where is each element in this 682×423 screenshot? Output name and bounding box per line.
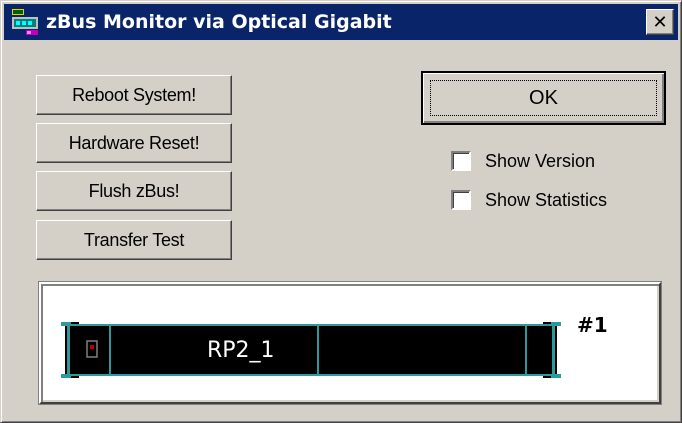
zbus-monitor-window: zBus Monitor via Optical Gigabit ✕ Reboo… [0,0,682,423]
device-number-label: #1 [577,313,608,337]
ok-button[interactable]: OK [421,71,666,125]
flush-zbus-button[interactable]: Flush zBus! [36,171,232,211]
show-version-label: Show Version [485,150,596,171]
window-title: zBus Monitor via Optical Gigabit [46,11,392,33]
title-bar[interactable]: zBus Monitor via Optical Gigabit ✕ [4,4,678,40]
close-icon: ✕ [652,11,668,33]
transfer-test-button[interactable]: Transfer Test [36,220,232,260]
device-name-label: RP2_1 [207,338,275,363]
show-statistics-checkbox[interactable] [451,190,471,210]
show-version-option[interactable]: Show Version [451,148,595,174]
show-version-checkbox[interactable] [451,151,471,171]
rp2-device-graphic[interactable] [61,314,581,386]
close-button[interactable]: ✕ [646,9,674,35]
hardware-reset-button[interactable]: Hardware Reset! [36,123,232,163]
zbus-app-icon [12,9,38,35]
focus-rectangle [430,80,657,116]
show-statistics-option[interactable]: Show Statistics [451,187,607,213]
device-body [71,324,551,376]
reboot-system-button[interactable]: Reboot System! [36,75,232,115]
device-status-panel: RP2_1 #1 [39,282,661,404]
show-statistics-label: Show Statistics [485,189,608,210]
